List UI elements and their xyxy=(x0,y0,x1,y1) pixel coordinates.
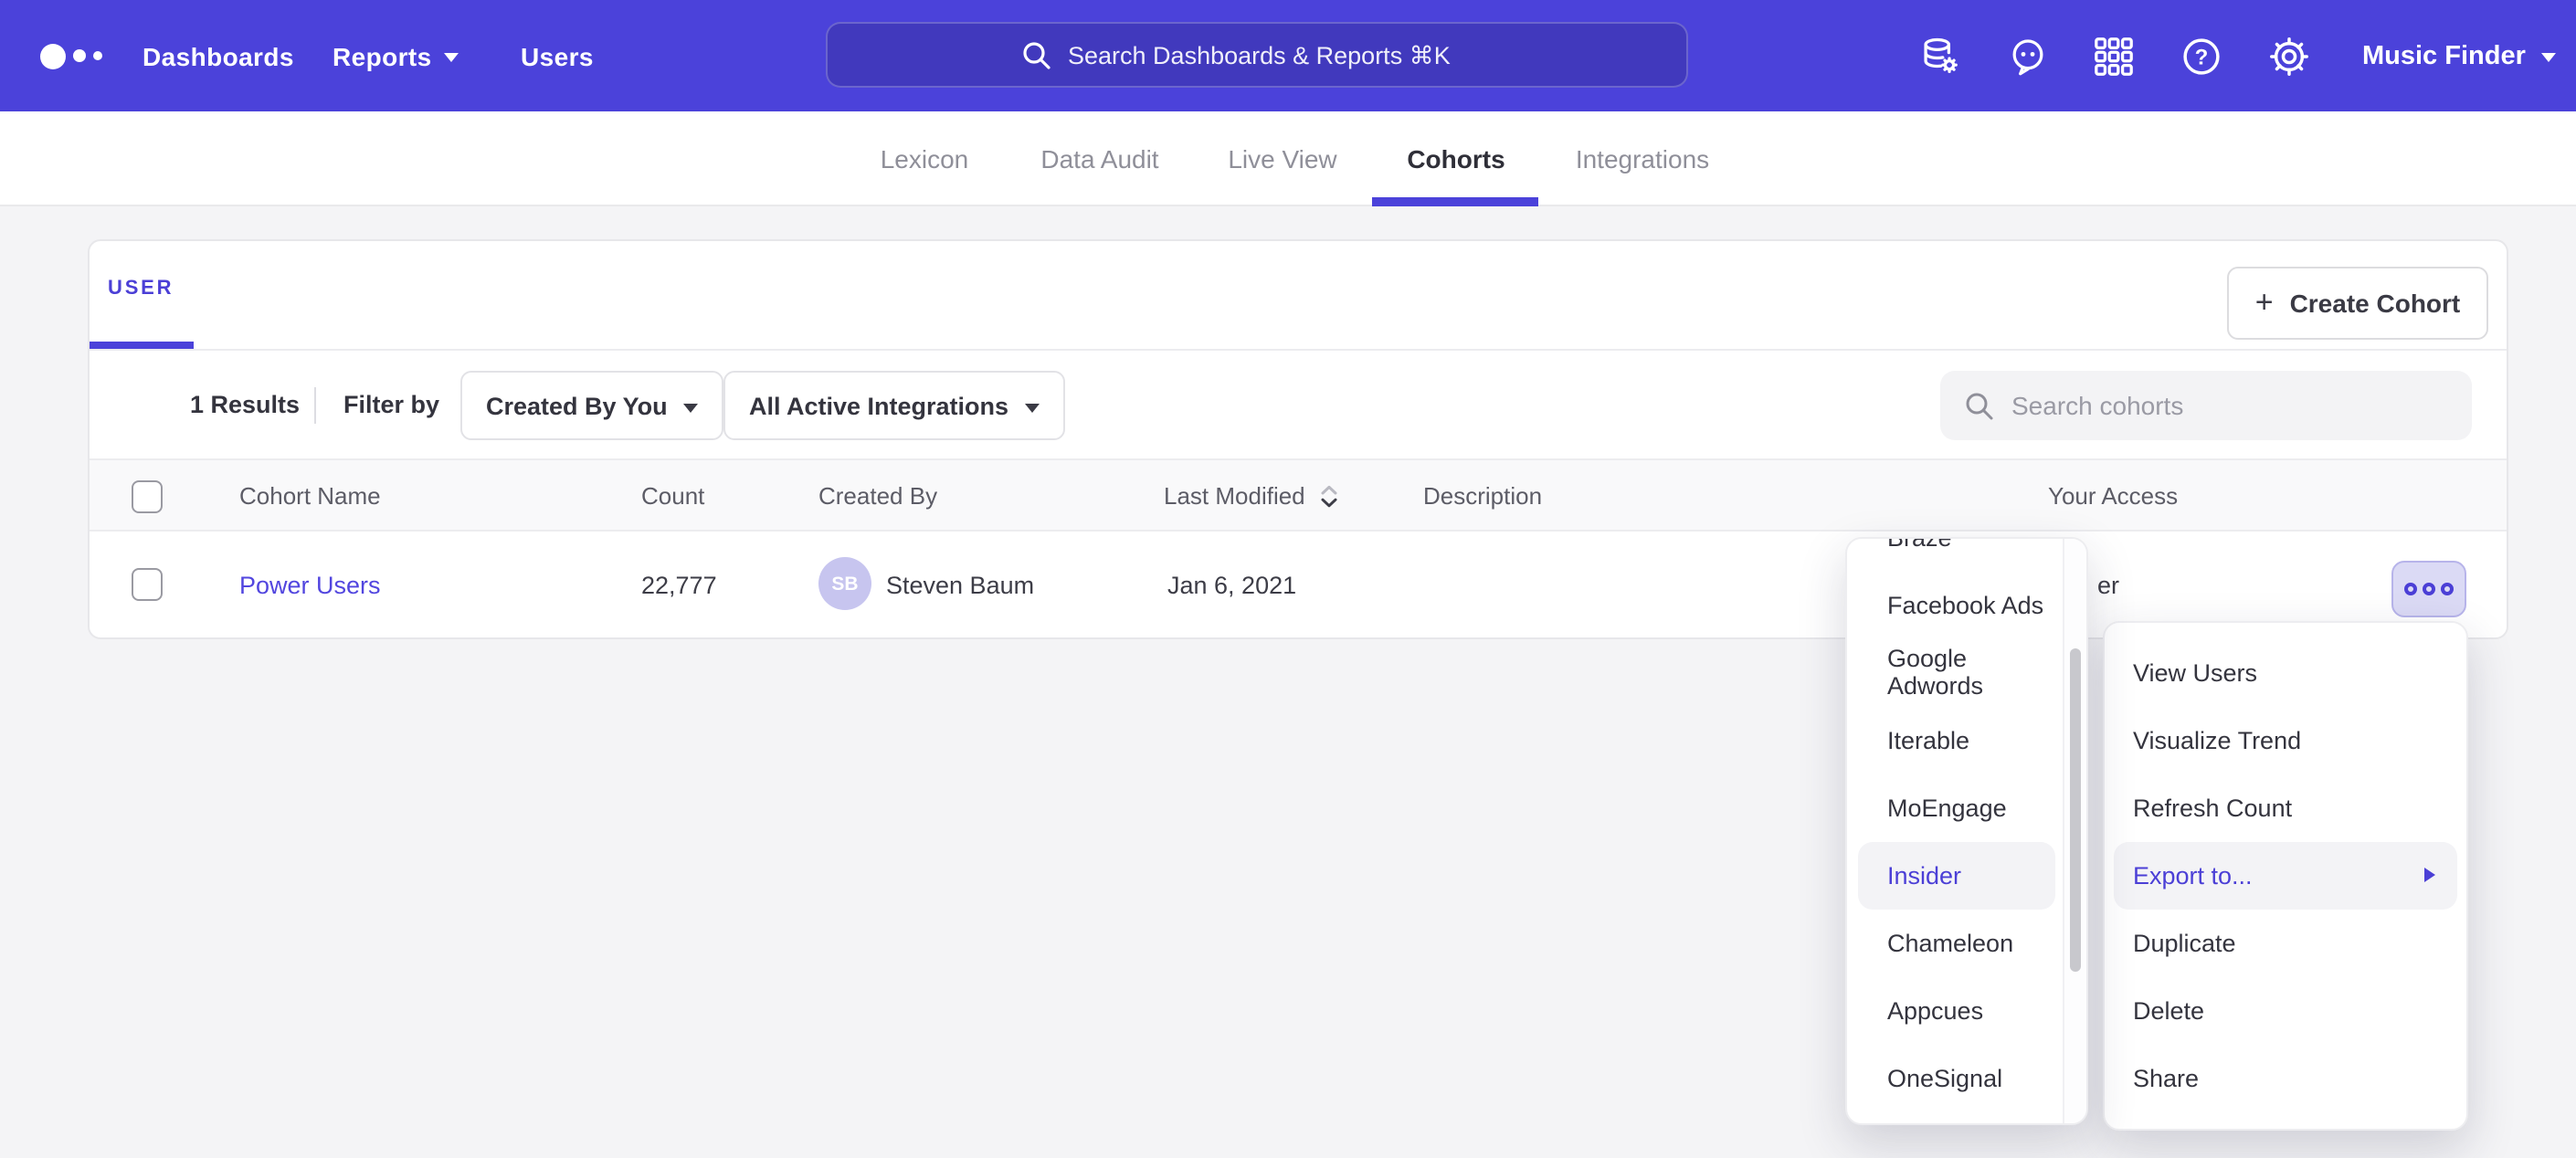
tab-cohorts-label: Cohorts xyxy=(1407,143,1504,173)
nav-item-users-label: Users xyxy=(521,41,594,70)
nav-item-reports[interactable]: Reports xyxy=(333,0,459,111)
tab-user-cohorts[interactable]: USER xyxy=(108,278,174,300)
search-icon xyxy=(1964,390,1995,421)
tab-live-view-label: Live View xyxy=(1228,143,1336,173)
feedback-icon[interactable] xyxy=(1997,0,2059,111)
menu-item-facebook-ads[interactable]: Facebook Ads xyxy=(1858,571,2055,638)
last-modified-date: Jan 6, 2021 xyxy=(1167,532,1296,637)
scrollbar-track[interactable] xyxy=(2063,539,2086,1123)
chevron-down-icon xyxy=(684,403,699,412)
tab-live-view[interactable]: Live View xyxy=(1228,111,1336,205)
cohorts-panel: USER + Create Cohort 1 Results Filter by… xyxy=(88,239,2508,639)
chevron-down-icon xyxy=(2542,53,2557,62)
secondary-nav: Lexicon Data Audit Live View Cohorts Int… xyxy=(0,111,2576,206)
results-count: 1 Results xyxy=(190,351,300,458)
row-checkbox[interactable] xyxy=(132,568,163,601)
top-nav: Dashboards Reports Users xyxy=(0,0,2576,111)
row-actions-menu: View Users Visualize Trend Refresh Count… xyxy=(2103,621,2468,1131)
menu-item-share[interactable]: Share xyxy=(2114,1044,2457,1111)
help-icon[interactable]: ? xyxy=(2170,0,2233,111)
svg-text:?: ? xyxy=(2195,45,2209,69)
ellipsis-circle-icon xyxy=(2404,583,2417,595)
nav-item-dashboards[interactable]: Dashboards xyxy=(143,0,294,111)
menu-item-visualize-trend[interactable]: Visualize Trend xyxy=(2114,706,2457,774)
scrollbar-thumb[interactable] xyxy=(2069,648,2080,972)
menu-item-delete[interactable]: Delete xyxy=(2114,976,2457,1044)
menu-item-chameleon[interactable]: Chameleon xyxy=(1858,909,2055,976)
menu-item-insider[interactable]: Insider xyxy=(1858,841,2055,909)
cohort-search[interactable] xyxy=(1940,371,2472,440)
cohort-search-input[interactable] xyxy=(2011,391,2413,420)
account-switcher[interactable]: Music Finder xyxy=(2362,0,2557,111)
menu-item-google-adwords[interactable]: Google Adwords xyxy=(1858,638,2055,706)
apps-grid-icon[interactable] xyxy=(2083,0,2145,111)
chevron-down-icon xyxy=(445,53,459,62)
avatar: SB xyxy=(818,557,871,610)
tab-data-audit[interactable]: Data Audit xyxy=(1040,111,1158,205)
mixpanel-logo[interactable] xyxy=(40,0,102,111)
table-header: Cohort Name Count Created By Last Modifi… xyxy=(90,458,2507,532)
page: Dashboards Reports Users xyxy=(0,0,2576,1158)
export-destinations-menu: Braze Facebook Ads Google Adwords Iterab… xyxy=(1845,537,2088,1125)
user-tab-underline xyxy=(90,342,194,349)
created-by-filter-value: Created By You xyxy=(486,392,668,419)
column-last-modified[interactable]: Last Modified xyxy=(1164,460,1340,532)
logo-dot-large xyxy=(40,43,66,68)
column-your-access: Your Access xyxy=(2048,460,2178,532)
data-management-icon[interactable] xyxy=(1909,0,1971,111)
menu-item-refresh-count[interactable]: Refresh Count xyxy=(2114,774,2457,841)
nav-item-dashboards-label: Dashboards xyxy=(143,41,294,70)
chevron-down-icon xyxy=(1025,403,1040,412)
sort-icon[interactable] xyxy=(1320,483,1340,509)
menu-item-iterable[interactable]: Iterable xyxy=(1858,706,2055,774)
menu-item-moengage[interactable]: MoEngage xyxy=(1858,774,2055,841)
column-created-by: Created By xyxy=(818,460,937,532)
filter-by-label: Filter by xyxy=(343,351,439,458)
tab-lexicon-label: Lexicon xyxy=(881,143,969,173)
menu-item-duplicate[interactable]: Duplicate xyxy=(2114,909,2457,976)
tab-lexicon[interactable]: Lexicon xyxy=(881,111,969,205)
created-by-filter-dropdown[interactable]: Created By You xyxy=(460,371,724,440)
row-actions-button[interactable] xyxy=(2391,561,2466,617)
row-actions-list: View Users Visualize Trend Refresh Count… xyxy=(2105,638,2466,1111)
account-name: Music Finder xyxy=(2362,41,2526,70)
cohort-count: 22,777 xyxy=(641,532,717,637)
column-description: Description xyxy=(1423,460,1542,532)
creator-name: Steven Baum xyxy=(886,532,1034,637)
menu-item-braze[interactable]: Braze xyxy=(1858,537,2055,571)
active-tab-underline xyxy=(1372,197,1538,206)
select-all-checkbox[interactable] xyxy=(132,479,163,512)
logo-dot-medium xyxy=(73,49,86,62)
global-search-input[interactable] xyxy=(1068,41,1494,68)
integrations-filter-value: All Active Integrations xyxy=(749,392,1008,419)
menu-item-view-users[interactable]: View Users xyxy=(2114,638,2457,706)
logo-dot-small xyxy=(93,51,102,60)
filter-bar: 1 Results Filter by Created By You All A… xyxy=(90,351,2507,458)
search-icon xyxy=(1020,39,1051,70)
submenu-arrow-icon xyxy=(2424,868,2435,882)
tab-cohorts[interactable]: Cohorts xyxy=(1407,111,1504,205)
column-count: Count xyxy=(641,460,704,532)
global-search[interactable] xyxy=(826,22,1688,88)
tab-data-audit-label: Data Audit xyxy=(1040,143,1158,173)
column-cohort-name: Cohort Name xyxy=(239,460,381,532)
integrations-filter-dropdown[interactable]: All Active Integrations xyxy=(723,371,1065,440)
nav-item-reports-label: Reports xyxy=(333,41,432,70)
divider xyxy=(314,387,316,424)
menu-item-appcues[interactable]: Appcues xyxy=(1858,976,2055,1044)
tab-integrations-label: Integrations xyxy=(1576,143,1709,173)
export-destinations-list: Braze Facebook Ads Google Adwords Iterab… xyxy=(1847,537,2086,1111)
nav-item-users[interactable]: Users xyxy=(521,0,594,111)
ellipsis-circle-icon xyxy=(2441,583,2454,595)
menu-item-onesignal[interactable]: OneSignal xyxy=(1858,1044,2055,1111)
create-cohort-label: Create Cohort xyxy=(2290,289,2461,318)
ellipsis-circle-icon xyxy=(2423,583,2435,595)
menu-item-export-to[interactable]: Export to... xyxy=(2114,841,2457,909)
tab-integrations[interactable]: Integrations xyxy=(1576,111,1709,205)
plus-icon: + xyxy=(2255,284,2274,321)
create-cohort-button[interactable]: + Create Cohort xyxy=(2227,267,2488,340)
cohort-name-link[interactable]: Power Users xyxy=(239,532,381,637)
settings-gear-icon[interactable] xyxy=(2258,0,2320,111)
